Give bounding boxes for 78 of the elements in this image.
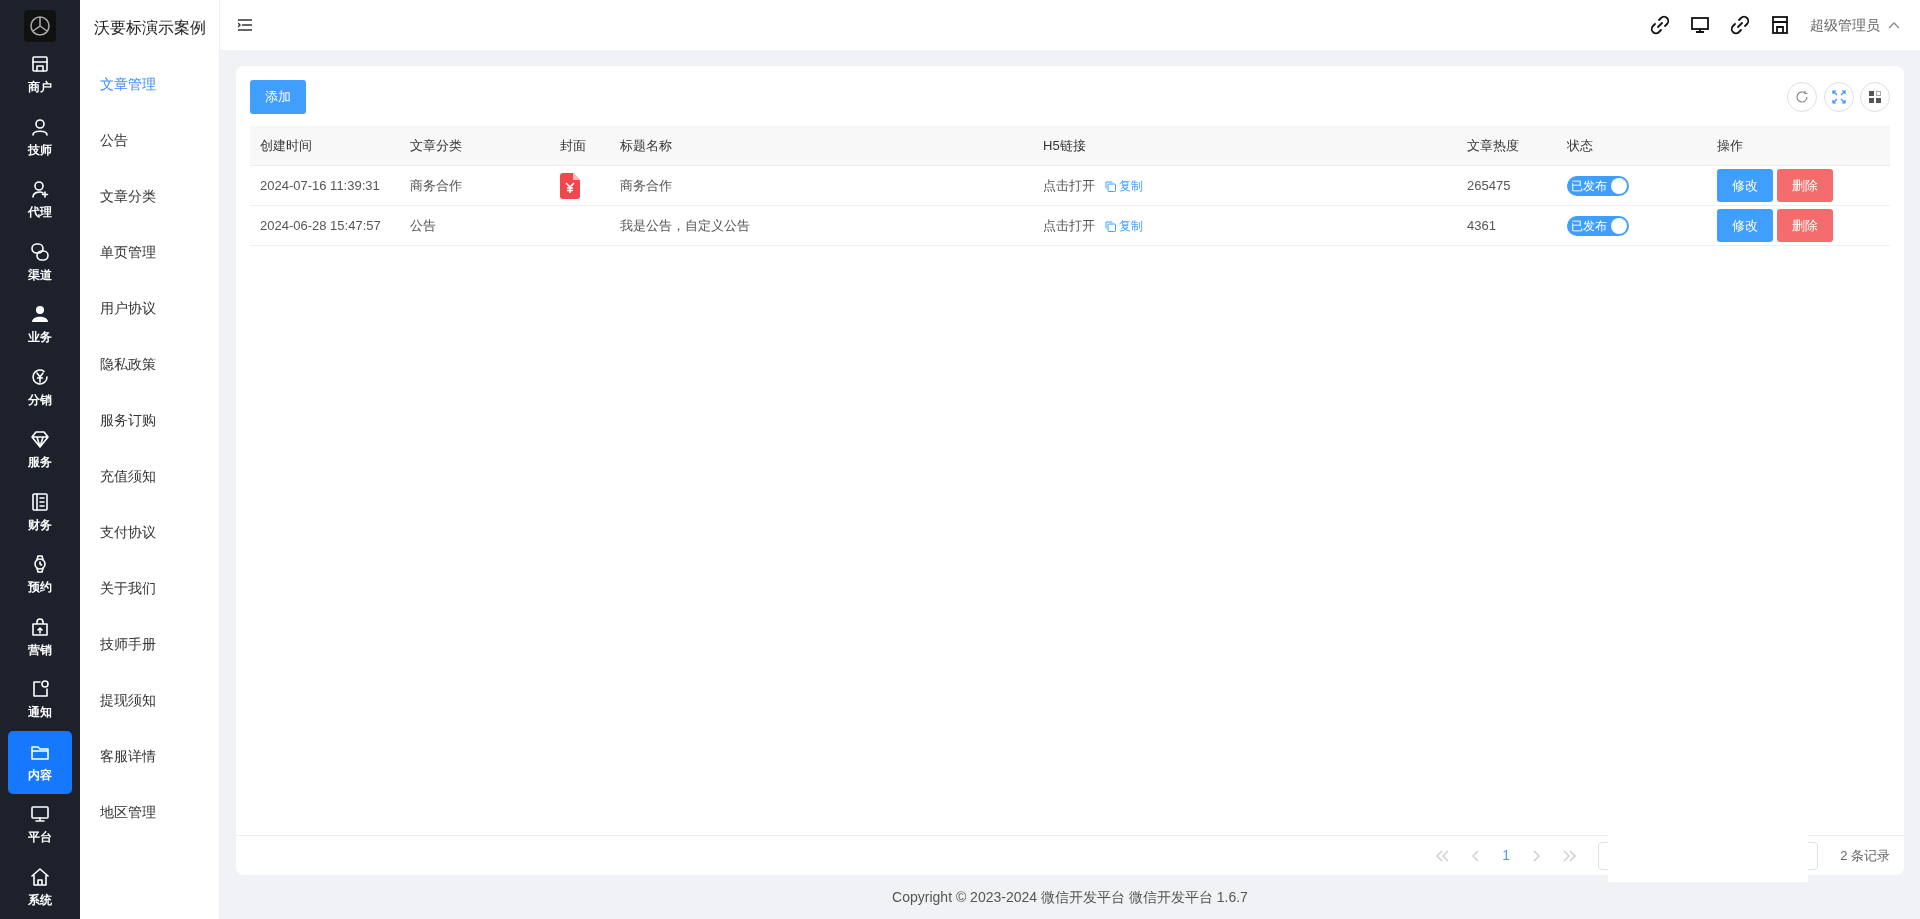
table-cell: 商务合作 [610, 165, 1033, 206]
app-title: 沃要标演示案例 [93, 18, 207, 38]
table-cell: 265475 [1457, 165, 1557, 206]
column-header: 文章分类 [400, 125, 550, 166]
person-icon [30, 304, 50, 325]
column-header: 状态 [1557, 125, 1707, 166]
menu-item[interactable]: 充值须知 [80, 448, 156, 504]
copyright-text: Copyright © 2023-2024 微信开发平台 微信开发平台 1.6.7 [891, 888, 1249, 907]
nav-item[interactable]: 渠道 [8, 231, 72, 294]
record-count: 2 条记录 [1840, 846, 1890, 865]
table-cell: 4361 [1457, 205, 1557, 246]
menu-item[interactable]: 单页管理 [80, 224, 156, 280]
grid-icon[interactable] [1860, 81, 1890, 112]
menu-item[interactable]: 关于我们 [80, 560, 156, 616]
refresh-icon[interactable] [1787, 81, 1817, 112]
nav-item[interactable]: 平台 [8, 793, 72, 857]
open-link[interactable]: 点击打开 [1043, 177, 1095, 193]
column-header: 标题名称 [610, 125, 1033, 166]
column-header: 创建时间 [250, 125, 400, 166]
ledger-icon [30, 491, 50, 512]
nav-item[interactable]: 分销 [8, 356, 72, 419]
copy-icon[interactable] [1105, 180, 1116, 192]
monitor-icon[interactable] [1690, 15, 1710, 35]
shop-icon[interactable] [1770, 15, 1790, 35]
menu-item[interactable]: 服务订购 [80, 392, 156, 448]
home-icon [30, 866, 50, 887]
copy-icon[interactable] [1105, 220, 1116, 232]
person-plus-icon [30, 179, 50, 200]
nav-item[interactable]: 预约 [8, 543, 72, 607]
menu-icon[interactable] [238, 19, 252, 31]
table-cell: 2024-06-28 15:47:57 [250, 205, 400, 246]
yen-cycle-icon [30, 366, 50, 387]
menu-item[interactable]: 提现须知 [80, 672, 156, 728]
person-icon [30, 116, 50, 137]
column-header: 文章热度 [1457, 125, 1557, 166]
user-name[interactable]: 超级管理员 [1810, 14, 1880, 36]
column-header: 操作 [1707, 125, 1890, 166]
nav-item[interactable]: 营销 [8, 606, 72, 669]
diamond-icon [30, 429, 50, 450]
caret-icon[interactable] [1888, 21, 1900, 29]
table-cell: 2024-07-16 11:39:31 [250, 165, 400, 206]
menu-item[interactable]: 用户协议 [80, 280, 156, 336]
notification-icon [30, 679, 50, 700]
linked-rings-icon [30, 241, 50, 262]
menu-item[interactable]: 隐私政策 [80, 336, 156, 392]
menu-item[interactable]: 地区管理 [80, 784, 156, 840]
table-cell: 商务合作 [400, 165, 550, 206]
first-page-icon[interactable] [1436, 849, 1451, 862]
nav-item[interactable]: 系统 [8, 856, 72, 919]
link-icon[interactable] [1650, 15, 1670, 35]
nav-item[interactable]: 通知 [8, 668, 72, 732]
yen-file-icon [560, 172, 580, 199]
menu-item[interactable]: 文章分类 [80, 168, 156, 224]
previous-page-icon[interactable] [1472, 849, 1481, 862]
column-header: 封面 [550, 125, 610, 166]
nav-item[interactable]: 技师 [8, 106, 72, 169]
shop-icon [30, 54, 50, 74]
open-link[interactable]: 点击打开 [1043, 217, 1095, 233]
logo-icon [24, 10, 56, 42]
menu-item[interactable]: 客服详情 [80, 728, 156, 784]
nav-item[interactable]: 商户 [8, 43, 72, 107]
bag-upload-icon [30, 616, 50, 637]
column-header: H5链接 [1033, 125, 1457, 166]
nav-item[interactable]: 内容 [8, 731, 72, 794]
table-cell: 我是公告，自定义公告 [610, 205, 1033, 246]
menu-item[interactable]: 技师手册 [80, 616, 156, 672]
link-icon[interactable] [1730, 15, 1750, 35]
menu-item[interactable]: 公告 [80, 112, 128, 168]
monitor-icon [30, 804, 50, 825]
nav-item[interactable]: 财务 [8, 481, 72, 544]
next-page-icon[interactable] [1532, 849, 1541, 862]
menu-item[interactable]: 支付协议 [80, 504, 156, 560]
nav-item[interactable]: 代理 [8, 168, 72, 232]
last-page-icon[interactable] [1562, 849, 1577, 862]
nav-item[interactable]: 服务 [8, 418, 72, 482]
nav-item[interactable]: 业务 [8, 293, 72, 357]
table-cell: 公告 [400, 205, 550, 246]
fullscreen-icon[interactable] [1823, 81, 1854, 112]
